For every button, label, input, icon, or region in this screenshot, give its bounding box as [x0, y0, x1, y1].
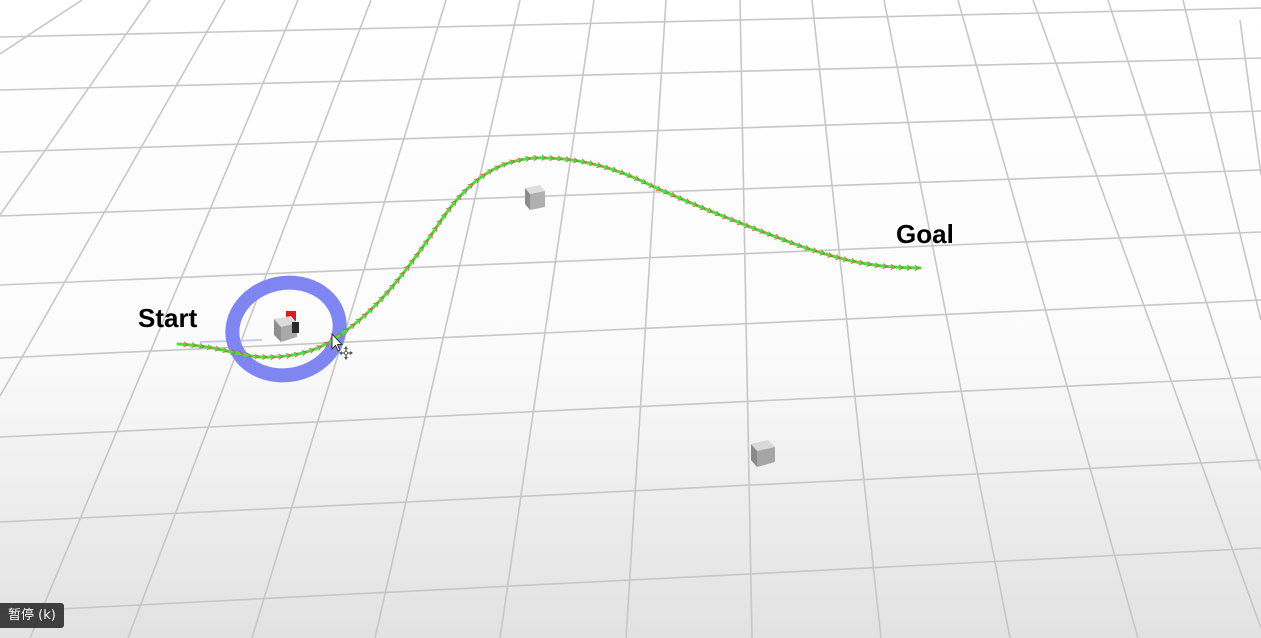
3d-viewport[interactable]: Start Goal: [0, 0, 1261, 638]
start-label: Start: [138, 303, 198, 333]
obstacle-box-1: [525, 185, 545, 210]
grid-line-h-2: [0, 110, 1261, 153]
grid-line-v-7: [499, 0, 595, 638]
grid-line-h-0: [0, 7, 1261, 38]
grid-line-v-11: [883, 0, 1011, 638]
grid-line-v-0: [0, 0, 83, 55]
grid-line-v-15: [1182, 0, 1261, 321]
grid-line-v-13: [1032, 0, 1261, 629]
grid-line-v-2: [0, 0, 226, 397]
grid-line-v-6: [374, 0, 521, 638]
grid-line-v-12: [957, 0, 1139, 638]
grid-line-h-7: [0, 459, 1261, 523]
obstacle-box-2: [751, 440, 775, 467]
grid-line-v-9: [739, 0, 753, 638]
goal-label: Goal: [896, 219, 954, 249]
grid-line-v-16: [1239, 19, 1261, 176]
pause-shortcut-badge[interactable]: 暂停 (k): [0, 603, 64, 628]
grid-line-v-1: [0, 0, 151, 216]
grid-line-v-8: [625, 0, 667, 638]
grid-line-h-6: [0, 376, 1261, 438]
robot: [274, 311, 299, 342]
